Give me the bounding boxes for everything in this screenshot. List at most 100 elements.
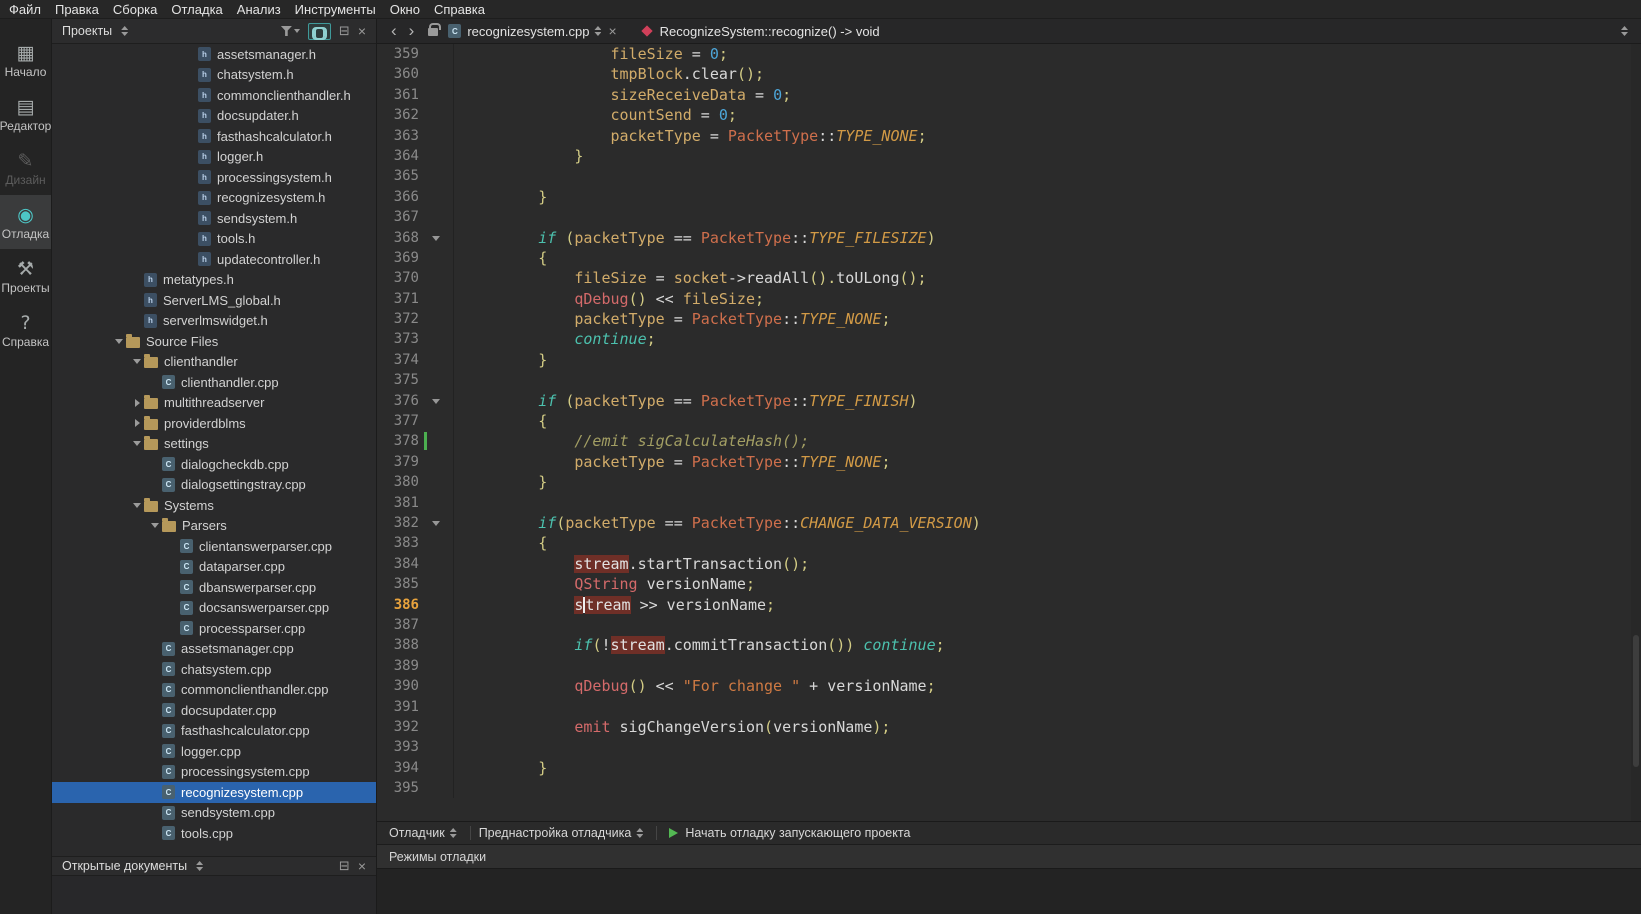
tree-item-ServerLMS_global.h[interactable]: hServerLMS_global.h — [52, 290, 376, 311]
scrollbar-thumb[interactable] — [1633, 635, 1639, 767]
editor-scrollbar[interactable] — [1631, 44, 1641, 821]
collapse-arrow-icon[interactable] — [130, 419, 144, 427]
current-symbol[interactable]: RecognizeSystem::recognize() -> void — [660, 24, 880, 39]
tree-item-metatypes.h[interactable]: hmetatypes.h — [52, 270, 376, 291]
tree-item-docsupdater.h[interactable]: hdocsupdater.h — [52, 106, 376, 127]
code-line-388[interactable]: 388 if(!stream.commitTransaction()) cont… — [377, 635, 1641, 655]
tree-item-Parsers[interactable]: Parsers — [52, 516, 376, 537]
menu-item-Файл[interactable]: Файл — [2, 1, 48, 18]
menu-item-Отладка[interactable]: Отладка — [164, 1, 229, 18]
code-line-382[interactable]: 382 if(packetType == PacketType::CHANGE_… — [377, 513, 1641, 533]
fold-arrow-icon[interactable] — [432, 521, 440, 526]
mode-editor[interactable]: ▤Редактор — [0, 87, 51, 141]
tree-item-clientanswerparser.cpp[interactable]: Cclientanswerparser.cpp — [52, 536, 376, 557]
tree-item-clienthandler[interactable]: clienthandler — [52, 352, 376, 373]
tree-item-serverlmswidget.h[interactable]: hserverlmswidget.h — [52, 311, 376, 332]
panel-selector-chevrons-icon[interactable] — [121, 26, 128, 36]
open-documents-title[interactable]: Открытые документы — [62, 859, 187, 873]
debugger-combo[interactable]: Отладчик — [389, 826, 445, 840]
tree-item-tools.cpp[interactable]: Ctools.cpp — [52, 823, 376, 844]
code-line-359[interactable]: 359 fileSize = 0; — [377, 44, 1641, 64]
close-panel-icon[interactable]: × — [358, 23, 366, 39]
mode-debug[interactable]: ◉Отладка — [0, 195, 51, 249]
code-line-379[interactable]: 379 packetType = PacketType::TYPE_NONE; — [377, 452, 1641, 472]
code-line-378[interactable]: 378 //emit sigCalculateHash(); — [377, 431, 1641, 451]
code-line-376[interactable]: 376 if (packetType == PacketType::TYPE_F… — [377, 391, 1641, 411]
menu-item-Сборка[interactable]: Сборка — [106, 1, 165, 18]
collapse-arrow-icon[interactable] — [130, 399, 144, 407]
expand-arrow-icon[interactable] — [130, 503, 144, 508]
debugger-combo-chevrons-icon[interactable] — [450, 828, 457, 838]
tree-item-processingsystem.cpp[interactable]: Cprocessingsystem.cpp — [52, 762, 376, 783]
debugger-preset-combo[interactable]: Преднастройка отладчика — [479, 826, 632, 840]
code-line-363[interactable]: 363 packetType = PacketType::TYPE_NONE; — [377, 126, 1641, 146]
tree-item-docsanswerparser.cpp[interactable]: Cdocsanswerparser.cpp — [52, 598, 376, 619]
sync-with-editor-icon[interactable] — [308, 23, 331, 40]
expand-arrow-icon[interactable] — [130, 441, 144, 446]
tree-item-dataparser.cpp[interactable]: Cdataparser.cpp — [52, 557, 376, 578]
menu-item-Правка[interactable]: Правка — [48, 1, 106, 18]
panel-title[interactable]: Проекты — [62, 24, 112, 38]
code-line-367[interactable]: 367 — [377, 207, 1641, 227]
code-line-393[interactable]: 393 — [377, 737, 1641, 757]
code-line-392[interactable]: 392 emit sigChangeVersion(versionName); — [377, 717, 1641, 737]
close-documents-icon[interactable]: × — [358, 858, 366, 874]
tree-item-Systems[interactable]: Systems — [52, 495, 376, 516]
tree-item-fasthashcalculator.h[interactable]: hfasthashcalculator.h — [52, 126, 376, 147]
menu-item-Справка[interactable]: Справка — [427, 1, 492, 18]
tree-item-docsupdater.cpp[interactable]: Cdocsupdater.cpp — [52, 700, 376, 721]
tree-item-commonclienthandler.h[interactable]: hcommonclienthandler.h — [52, 85, 376, 106]
code-line-362[interactable]: 362 countSend = 0; — [377, 105, 1641, 125]
tree-item-Source Files[interactable]: Source Files — [52, 331, 376, 352]
document-selector-chevrons-icon[interactable] — [594, 26, 601, 36]
open-file-name[interactable]: recognizesystem.cpp — [467, 24, 589, 39]
forward-button[interactable]: › — [403, 21, 421, 41]
mode-help[interactable]: ?Справка — [0, 303, 51, 357]
tree-item-logger.cpp[interactable]: Clogger.cpp — [52, 741, 376, 762]
code-line-391[interactable]: 391 — [377, 697, 1641, 717]
tree-item-chatsystem.h[interactable]: hchatsystem.h — [52, 65, 376, 86]
code-line-365[interactable]: 365 — [377, 166, 1641, 186]
code-line-383[interactable]: 383 { — [377, 533, 1641, 553]
tree-item-recognizesystem.cpp[interactable]: Crecognizesystem.cpp — [52, 782, 376, 803]
code-line-361[interactable]: 361 sizeReceiveData = 0; — [377, 85, 1641, 105]
mode-design[interactable]: ✎Дизайн — [0, 141, 51, 195]
tree-item-providerdblms[interactable]: providerdblms — [52, 413, 376, 434]
tree-item-clienthandler.cpp[interactable]: Cclienthandler.cpp — [52, 372, 376, 393]
code-line-380[interactable]: 380 } — [377, 472, 1641, 492]
tree-item-dialogcheckdb.cpp[interactable]: Cdialogcheckdb.cpp — [52, 454, 376, 475]
tree-item-recognizesystem.h[interactable]: hrecognizesystem.h — [52, 188, 376, 209]
code-line-394[interactable]: 394 } — [377, 758, 1641, 778]
code-line-364[interactable]: 364 } — [377, 146, 1641, 166]
tree-item-dbanswerparser.cpp[interactable]: Cdbanswerparser.cpp — [52, 577, 376, 598]
mode-projects[interactable]: ⚒Проекты — [0, 249, 51, 303]
tree-item-assetsmanager.cpp[interactable]: Cassetsmanager.cpp — [52, 639, 376, 660]
tree-item-sendsystem.cpp[interactable]: Csendsystem.cpp — [52, 803, 376, 824]
code-line-368[interactable]: 368 if (packetType == PacketType::TYPE_F… — [377, 228, 1641, 248]
tree-item-processparser.cpp[interactable]: Cprocessparser.cpp — [52, 618, 376, 639]
tree-item-processingsystem.h[interactable]: hprocessingsystem.h — [52, 167, 376, 188]
code-line-366[interactable]: 366 } — [377, 187, 1641, 207]
code-line-386[interactable]: 386 stream >> versionName; — [377, 595, 1641, 615]
expand-arrow-icon[interactable] — [130, 359, 144, 364]
start-debug-icon[interactable] — [669, 828, 678, 838]
code-editor[interactable]: 359 fileSize = 0;360 tmpBlock.clear();36… — [377, 44, 1641, 821]
code-line-373[interactable]: 373 continue; — [377, 329, 1641, 349]
code-line-369[interactable]: 369 { — [377, 248, 1641, 268]
menu-item-Окно[interactable]: Окно — [383, 1, 427, 18]
code-line-389[interactable]: 389 — [377, 656, 1641, 676]
split-panel-icon[interactable]: ⊟ — [339, 24, 350, 39]
code-line-372[interactable]: 372 packetType = PacketType::TYPE_NONE; — [377, 309, 1641, 329]
open-documents-chevrons-icon[interactable] — [196, 861, 203, 871]
tree-item-dialogsettingstray.cpp[interactable]: Cdialogsettingstray.cpp — [52, 475, 376, 496]
tree-item-assetsmanager.h[interactable]: hassetsmanager.h — [52, 44, 376, 65]
tree-item-fasthashcalculator.cpp[interactable]: Cfasthashcalculator.cpp — [52, 721, 376, 742]
close-document-icon[interactable]: × — [608, 23, 616, 39]
code-line-360[interactable]: 360 tmpBlock.clear(); — [377, 64, 1641, 84]
start-debug-label[interactable]: Начать отладку запускающего проекта — [685, 826, 910, 840]
symbol-selector-chevrons-icon[interactable] — [1621, 26, 1628, 36]
back-button[interactable]: ‹ — [385, 21, 403, 41]
tree-item-settings[interactable]: settings — [52, 434, 376, 455]
filter-icon[interactable] — [281, 26, 300, 36]
code-line-370[interactable]: 370 fileSize = socket->readAll().toULong… — [377, 268, 1641, 288]
